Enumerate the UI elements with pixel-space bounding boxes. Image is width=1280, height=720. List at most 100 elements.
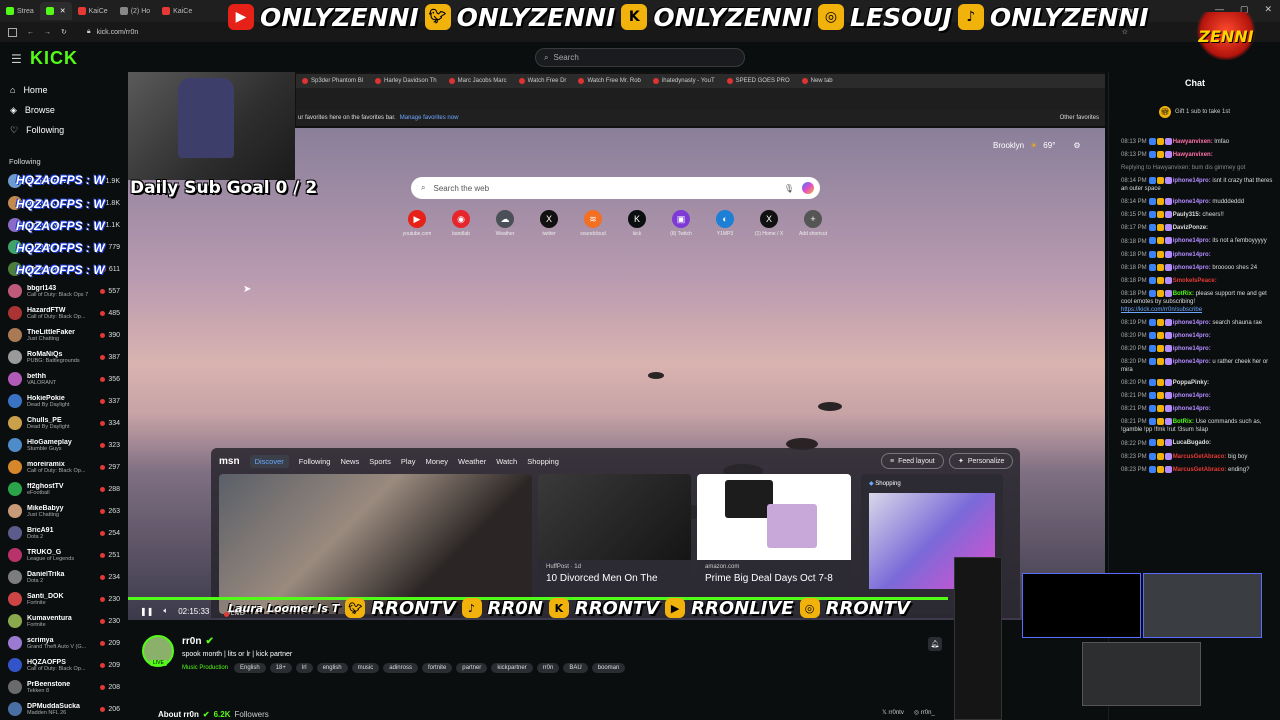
sidebar-channel[interactable]: moreiramix Call of Duty: Black Op... 297: [0, 456, 124, 478]
manage-favorites-link[interactable]: Manage favorites now: [400, 115, 459, 121]
msn-tab[interactable]: Sports: [369, 457, 391, 466]
chat-username[interactable]: iphone14pro:: [1173, 406, 1211, 412]
msn-tab[interactable]: Shopping: [527, 457, 559, 466]
sidebar-channel[interactable]: SamXFrank 1.9K HQZAOFPS : W: [0, 170, 124, 192]
pip-window[interactable]: [1082, 642, 1201, 706]
chat-username[interactable]: iphone14pro:: [1173, 178, 1211, 184]
shortcut-tile[interactable]: Xtwitter: [532, 210, 566, 237]
sidebar-channel[interactable]: BricA91 Dota 2 254: [0, 522, 124, 544]
reload-icon[interactable]: ↻: [61, 28, 67, 36]
sidebar-channel[interactable]: RoMaNiQs PUBG: Battlegrounds 387: [0, 346, 124, 368]
stream-tag[interactable]: fortnite: [421, 663, 453, 673]
chat-username[interactable]: iphone14pro:: [1173, 252, 1211, 258]
sidebar-channel[interactable]: Tmiinnzy 1.1K HQZAOFPS : W: [0, 214, 124, 236]
other-favorites[interactable]: Other favorites: [1060, 115, 1099, 121]
forward-icon[interactable]: →: [44, 29, 51, 36]
sidebar-channel[interactable]: DPMuddaSucka Madden NFL 26 206: [0, 698, 124, 720]
msn-tab[interactable]: Weather: [458, 457, 486, 466]
shortcut-tile[interactable]: + Add shortcut: [796, 210, 830, 237]
sidebar-channel[interactable]: Chulls_PE Dead By Daylight 334: [0, 412, 124, 434]
sidebar-channel[interactable]: HQZAOFPS Call of Duty: Black Op... 209: [0, 654, 124, 676]
msn-tab[interactable]: Following: [299, 457, 331, 466]
shortcut-tile[interactable]: ≋ soundcloud: [576, 210, 610, 237]
chat-username[interactable]: iphone14pro:: [1173, 265, 1211, 271]
news-card[interactable]: HuffPost · 1d 10 Divorced Men On The: [538, 474, 691, 614]
sidebar-channel[interactable]: TheLittleFaker Just Chatting 390: [0, 324, 124, 346]
sidebar-channel[interactable]: scrimya Grand Theft Auto V (G... 209: [0, 632, 124, 654]
pause-icon[interactable]: ❚❚: [140, 607, 153, 616]
shortcut-tile[interactable]: ▶ youtube.com: [400, 210, 434, 237]
chat-username[interactable]: MarcusGetAbraco:: [1173, 467, 1227, 473]
browser-tab[interactable]: Strea: [0, 2, 40, 20]
stream-tag[interactable]: 18+: [269, 663, 292, 673]
sidebar-channel[interactable]: HazardFTW Call of Duty: Black Op... 485: [0, 302, 124, 324]
msn-tab[interactable]: Play: [401, 457, 416, 466]
chat-username[interactable]: LucaBugado:: [1173, 441, 1211, 447]
personalize-button[interactable]: ✦ Personalize: [949, 453, 1014, 469]
category-link[interactable]: Music Production: [182, 665, 228, 671]
stream-tag[interactable]: kickpartner: [491, 663, 533, 673]
copilot-icon[interactable]: [802, 182, 814, 194]
news-card[interactable]: [219, 474, 532, 614]
news-card[interactable]: amazon.com Prime Big Deal Days Oct 7-8: [697, 474, 851, 614]
sidebar-channel[interactable]: DanielTrika Dota 2 234: [0, 566, 124, 588]
chat-username[interactable]: iphone14pro:: [1173, 239, 1211, 245]
stream-tag[interactable]: adinross: [383, 663, 418, 673]
close-icon[interactable]: ✕: [1264, 4, 1272, 15]
sidebar-toggle-icon[interactable]: [8, 27, 17, 37]
sidebar-channel[interactable]: ff2ghostTV eFootball 288: [0, 478, 124, 500]
feed-layout-button[interactable]: ≡ Feed layout: [881, 453, 944, 469]
gift-sub-banner[interactable]: 🎁︎ Gift 1 sub to take 1st: [1159, 106, 1230, 118]
msn-tab[interactable]: Money: [425, 457, 448, 466]
stream-tag[interactable]: music: [351, 663, 380, 673]
microphone-icon[interactable]: 🎙︎: [784, 184, 794, 193]
weather-widget[interactable]: Brooklyn ☀ 69° ⚙: [993, 141, 1081, 150]
shortcut-tile[interactable]: ☁ Weather: [488, 210, 522, 237]
pip-window[interactable]: [1022, 573, 1141, 638]
search-input[interactable]: ⌕ Search: [535, 48, 745, 67]
chat-username[interactable]: iphone14pro:: [1173, 333, 1211, 339]
bell-icon[interactable]: 🔔︎: [928, 637, 942, 651]
back-icon[interactable]: ←: [27, 29, 34, 36]
chat-username[interactable]: iphone14pro:: [1173, 359, 1211, 365]
shortcut-tile[interactable]: Kkick: [620, 210, 654, 237]
sidebar-channel[interactable]: HokiePokie Dead By Daylight 337: [0, 390, 124, 412]
social-link[interactable]: ◎ rr0n_: [914, 709, 935, 716]
sidebar-channel[interactable]: HloGameplay Stumble Guys 323: [0, 434, 124, 456]
sidebar-channel[interactable]: Weedtronix 611 HQZAOFPS : W: [0, 258, 124, 280]
sidebar-channel[interactable]: bbgrl143 Call of Duty: Black Ops 7 557: [0, 280, 124, 302]
stream-tag[interactable]: lrl: [295, 663, 313, 673]
sidebar-channel[interactable]: LURK24 779 HQZAOFPS : W: [0, 236, 124, 258]
chat-username[interactable]: iphone14pro:: [1173, 393, 1211, 399]
shortcut-tile[interactable]: X (1) Home / X: [752, 210, 786, 237]
url-field[interactable]: kick.com/rr0n: [97, 29, 139, 36]
shortcut-tile[interactable]: ◐ Y1MP3: [708, 210, 742, 237]
kick-logo[interactable]: KICK: [30, 48, 78, 69]
chat-username[interactable]: Hawyanvixen:: [1173, 152, 1213, 158]
stream-tag[interactable]: rr0n: [536, 663, 560, 673]
nav-following[interactable]: ♡ Following: [0, 120, 128, 140]
chat-username[interactable]: MarcusGetAbraco:: [1173, 454, 1227, 460]
web-search-input[interactable]: ⌕ Search the web 🎙︎: [411, 177, 820, 199]
msn-tab[interactable]: Discover: [249, 454, 289, 468]
stream-tag[interactable]: english: [316, 663, 348, 673]
chat-username[interactable]: Hawyanvixen:: [1173, 139, 1213, 145]
stream-tag[interactable]: English: [234, 663, 266, 673]
gear-icon[interactable]: ⚙: [1073, 141, 1080, 150]
chat-username[interactable]: DavizPonze:: [1173, 225, 1208, 231]
stream-tag[interactable]: partner: [456, 663, 488, 673]
shortcut-tile[interactable]: ▣ (8) Twitch: [664, 210, 698, 237]
chat-username[interactable]: Pauly315:: [1173, 212, 1201, 218]
chat-username[interactable]: BotRix:: [1173, 419, 1194, 425]
menu-icon[interactable]: ☰: [11, 52, 22, 66]
chat-username[interactable]: iphone14pro:: [1173, 199, 1211, 205]
chat-username[interactable]: iphone14pro:: [1173, 346, 1211, 352]
sidebar-channel[interactable]: bethh VALORANT 356: [0, 368, 124, 390]
browser-tab[interactable]: KaiCe: [72, 2, 114, 20]
sidebar-channel[interactable]: demisux 1.8K HQZAOFPS : W: [0, 192, 124, 214]
pip-window[interactable]: [1143, 573, 1262, 638]
chat-username[interactable]: SmokeIsPeace:: [1173, 278, 1217, 284]
stream-tag[interactable]: booman: [591, 663, 626, 673]
chat-username[interactable]: PoppaPinky:: [1173, 380, 1209, 386]
sidebar-channel[interactable]: Kumaventura Fortnite 230: [0, 610, 124, 632]
